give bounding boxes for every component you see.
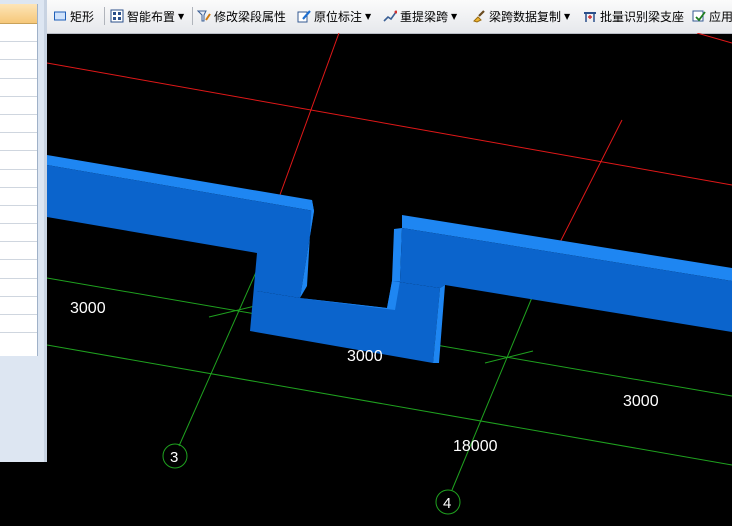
dropdown-arrow-icon[interactable]: ▼ [564,12,570,21]
red-axis-line [47,62,732,186]
property-row[interactable] [0,42,37,61]
property-row[interactable] [0,115,37,134]
dimension-total: 18000 [453,438,498,455]
red-axis-line [276,33,340,204]
origin-annotation-label: 原位标注 [314,9,363,24]
smart-layout-label: 智能布置 [127,9,176,24]
re-extract-span-button[interactable]: 重提梁跨 ▼ [383,6,457,26]
dimension-center: 3000 [347,348,383,365]
property-row[interactable] [0,170,37,188]
red-axis-line [696,33,732,44]
toolbar: 矩形 智能布置 ▼ 修改梁段属性 原位标注 ▼ 重提梁跨 ▼ 梁跨数据复制 ▼ … [47,0,732,34]
property-row[interactable] [0,315,37,334]
batch-identify-support-button[interactable]: 批量识别梁支座 [583,6,684,26]
toolbar-separator [104,7,105,25]
toolbar-separator [192,7,193,25]
beam[interactable] [47,155,732,363]
rectangle-icon [54,11,66,21]
re-extract-span-label: 重提梁跨 [400,9,449,24]
property-row[interactable] [0,260,37,279]
property-row[interactable] [0,206,37,225]
property-row[interactable] [0,79,37,97]
property-row[interactable] [0,224,37,243]
axis-label-3: 3 [162,443,188,469]
modify-property-icon [197,10,211,22]
dropdown-arrow-icon[interactable]: ▼ [178,12,184,21]
span-data-copy-button[interactable]: 梁跨数据复制 ▼ [472,6,570,26]
property-row[interactable] [0,60,37,79]
axis-3-line [178,260,262,447]
rect-label: 矩形 [70,9,95,24]
property-row[interactable] [0,297,37,315]
property-row[interactable] [0,151,37,170]
property-row[interactable] [0,242,37,261]
axis-label-4-text: 4 [443,495,451,512]
beam-span-icon [383,10,397,22]
apply-label: 应用 [709,9,732,24]
property-row[interactable] [0,279,37,297]
properties-header-row [0,4,37,24]
dropdown-arrow-icon[interactable]: ▼ [451,12,457,21]
modify-beam-segment-label: 修改梁段属性 [214,9,287,24]
origin-annotation-button[interactable]: 原位标注 ▼ [297,6,371,26]
apply-button[interactable]: 应用 [692,6,732,26]
property-row[interactable] [0,133,37,152]
dimension-right: 3000 [623,393,659,410]
properties-list [0,4,38,356]
grid-layout-icon [110,9,124,23]
properties-panel [0,0,47,462]
dimension-left: 3000 [70,300,106,317]
drawing-canvas[interactable]: 3000 3000 3000 18000 3 4 [47,33,732,526]
axis-label-4: 4 [435,489,461,515]
modify-beam-segment-button[interactable]: 修改梁段属性 [197,6,286,26]
support-identify-icon [584,12,596,22]
apply-icon [692,10,706,22]
property-row[interactable] [0,24,37,43]
property-row[interactable] [0,188,37,206]
axis-label-3-text: 3 [170,449,178,466]
batch-identify-support-label: 批量识别梁支座 [600,9,685,24]
span-data-copy-label: 梁跨数据复制 [489,9,562,24]
annotation-edit-icon [297,10,311,23]
property-row[interactable] [0,97,37,115]
axis-4-line [451,294,534,491]
brush-icon [473,10,485,23]
smart-layout-button[interactable]: 智能布置 ▼ [110,6,184,26]
dropdown-arrow-icon[interactable]: ▼ [365,12,371,21]
rect-button[interactable]: 矩形 [53,6,94,26]
